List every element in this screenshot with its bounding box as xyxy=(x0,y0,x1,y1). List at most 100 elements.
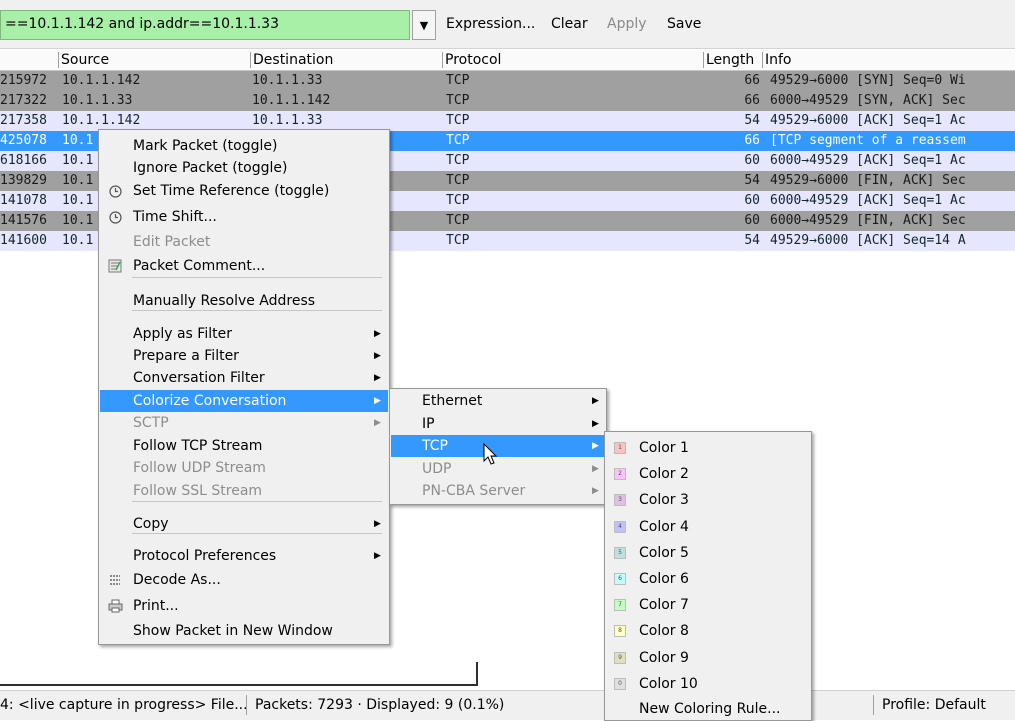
submenu-item-ethernet[interactable]: Ethernet ▶ xyxy=(391,390,605,412)
packet-time: 618166 xyxy=(0,153,47,168)
packet-info: 6000→49529 [ACK] Seq=1 Ac xyxy=(770,193,966,208)
filter-history-dropdown-button[interactable]: ▼ xyxy=(412,10,436,40)
menu-item-edit-packet: Edit Packet xyxy=(100,231,388,253)
submenu-item-ip[interactable]: IP ▶ xyxy=(391,413,605,435)
color-choice-7[interactable]: 7 Color 7 xyxy=(606,594,810,616)
packet-source: 10.1 xyxy=(62,213,94,228)
packet-destination: 10.1.1.142 xyxy=(252,93,331,108)
submenu-arrow-icon: ▶ xyxy=(592,441,599,451)
submenu-arrow-icon: ▶ xyxy=(592,486,599,496)
menu-item-set-time-reference[interactable]: Set Time Reference (toggle) xyxy=(100,180,388,202)
packet-time: 141600 xyxy=(0,233,47,248)
menu-item-colorize-conversation[interactable]: Colorize Conversation ▶ xyxy=(100,390,388,412)
menu-item-manually-resolve-address[interactable]: Manually Resolve Address xyxy=(100,290,388,312)
color-choice-6[interactable]: 6 Color 6 xyxy=(606,568,810,590)
color-swatch-icon: 0 xyxy=(614,677,626,690)
apply-button[interactable]: Apply xyxy=(607,16,647,32)
new-coloring-rule[interactable]: New Coloring Rule... xyxy=(606,698,810,720)
packet-length: 54 xyxy=(744,173,760,188)
menu-item-label: Prepare a Filter xyxy=(133,348,239,364)
menu-item-packet-comment[interactable]: Packet Comment... xyxy=(100,255,388,277)
menu-item-label: Copy xyxy=(133,516,169,532)
submenu-arrow-icon: ▶ xyxy=(374,396,381,406)
clock-icon xyxy=(107,209,123,225)
menu-item-decode-as[interactable]: Decode As... xyxy=(100,569,388,591)
column-header-destination[interactable]: Destination xyxy=(250,52,333,68)
packet-row[interactable]: 217358 10.1.1.142 10.1.1.33 TCP 54 49529→6000… xyxy=(0,111,1015,131)
menu-item-follow-udp-stream: Follow UDP Stream xyxy=(100,457,388,479)
column-header-info[interactable]: Info xyxy=(762,52,792,68)
display-filter-input[interactable]: ==10.1.1.142 and ip.addr==10.1.1.33 xyxy=(0,10,410,40)
menu-item-label: TCP xyxy=(422,438,448,454)
packet-protocol: TCP xyxy=(446,193,470,208)
save-button[interactable]: Save xyxy=(667,16,701,32)
color-choice-2[interactable]: 2 Color 2 xyxy=(606,463,810,485)
packet-protocol: TCP xyxy=(446,213,470,228)
color-choice-5[interactable]: 5 Color 5 xyxy=(606,542,810,564)
menu-item-label: Manually Resolve Address xyxy=(133,293,316,309)
packet-destination: 10.1.1.33 xyxy=(252,73,323,88)
menu-item-label: Protocol Preferences xyxy=(133,548,277,564)
submenu-arrow-icon: ▶ xyxy=(374,551,381,561)
menu-item-conversation-filter[interactable]: Conversation Filter ▶ xyxy=(100,367,388,389)
menu-item-print[interactable]: Print... xyxy=(100,595,388,617)
packet-length: 60 xyxy=(744,193,760,208)
packet-source: 10.1 xyxy=(62,133,94,148)
color-choice-submenu: 1 Color 1 2 Color 2 3 Color 3 4 Color 4 5 Color 5… xyxy=(604,431,812,721)
color-choice-1[interactable]: 1 Color 1 xyxy=(606,437,810,459)
packet-info: 6000→49529 [FIN, ACK] Sec xyxy=(770,213,966,228)
menu-item-sctp: SCTP ▶ xyxy=(100,412,388,434)
packet-source: 10.1 xyxy=(62,173,94,188)
color-choice-8[interactable]: 8 Color 8 xyxy=(606,620,810,642)
comment-icon xyxy=(107,258,123,274)
menu-item-time-shift[interactable]: Time Shift... xyxy=(100,206,388,228)
column-header-source[interactable]: Source xyxy=(58,52,109,68)
menu-item-label: Follow UDP Stream xyxy=(133,460,266,476)
menu-item-protocol-preferences[interactable]: Protocol Preferences ▶ xyxy=(100,545,388,567)
menu-item-label: Apply as Filter xyxy=(133,326,232,342)
submenu-arrow-icon: ▶ xyxy=(374,519,381,529)
color-choice-10[interactable]: 0 Color 10 xyxy=(606,673,810,695)
packet-source: 10.1 xyxy=(62,233,94,248)
color-choice-4[interactable]: 4 Color 4 xyxy=(606,516,810,538)
packet-length: 66 xyxy=(744,93,760,108)
packet-row[interactable]: 215972 10.1.1.142 10.1.1.33 TCP 66 49529→6000… xyxy=(0,71,1015,91)
packet-time: 217322 xyxy=(0,93,47,108)
menu-item-label: Edit Packet xyxy=(133,234,211,250)
color-swatch-icon: 4 xyxy=(614,520,626,533)
decode-icon xyxy=(107,572,123,588)
menu-item-label: Packet Comment... xyxy=(133,258,266,274)
packet-protocol: TCP xyxy=(446,133,470,148)
menu-item-apply-as-filter[interactable]: Apply as Filter ▶ xyxy=(100,323,388,345)
column-header-length[interactable]: Length xyxy=(703,52,754,68)
expression-button[interactable]: Expression... xyxy=(446,16,535,32)
menu-item-label: SCTP xyxy=(133,415,169,431)
menu-item-ignore-packet[interactable]: Ignore Packet (toggle) xyxy=(100,157,388,179)
packet-info: 6000→49529 [ACK] Seq=1 Ac xyxy=(770,153,966,168)
packet-row[interactable]: 217322 10.1.1.33 10.1.1.142 TCP 66 6000→49529… xyxy=(0,91,1015,111)
clear-button[interactable]: Clear xyxy=(551,16,588,32)
menu-item-label: Set Time Reference (toggle) xyxy=(133,183,330,199)
color-swatch-icon: 5 xyxy=(614,546,626,559)
menu-item-label: Colorize Conversation xyxy=(133,393,287,409)
column-header-protocol[interactable]: Protocol xyxy=(442,52,501,68)
packet-destination: 10.1.1.33 xyxy=(252,113,323,128)
packet-protocol: TCP xyxy=(446,113,470,128)
color-choice-3[interactable]: 3 Color 3 xyxy=(606,489,810,511)
menu-item-copy[interactable]: Copy ▶ xyxy=(100,513,388,535)
menu-item-follow-tcp-stream[interactable]: Follow TCP Stream xyxy=(100,435,388,457)
status-profile[interactable]: Profile: Default xyxy=(873,695,986,715)
menu-item-label: Color 9 xyxy=(639,649,689,666)
menu-item-show-packet-in-new-window[interactable]: Show Packet in New Window xyxy=(100,620,388,642)
packet-protocol: TCP xyxy=(446,173,470,188)
packet-time: 141576 xyxy=(0,213,47,228)
color-choice-9[interactable]: 9 Color 9 xyxy=(606,647,810,669)
menu-item-label: Color 10 xyxy=(639,675,698,692)
menu-item-prepare-a-filter[interactable]: Prepare a Filter ▶ xyxy=(100,345,388,367)
packet-info: 6000→49529 [SYN, ACK] Sec xyxy=(770,93,966,108)
submenu-arrow-icon: ▶ xyxy=(374,351,381,361)
pane-splitter[interactable] xyxy=(0,662,478,686)
menu-item-label: UDP xyxy=(422,461,452,477)
submenu-arrow-icon: ▶ xyxy=(374,418,381,428)
menu-item-mark-packet[interactable]: Mark Packet (toggle) xyxy=(100,135,388,157)
